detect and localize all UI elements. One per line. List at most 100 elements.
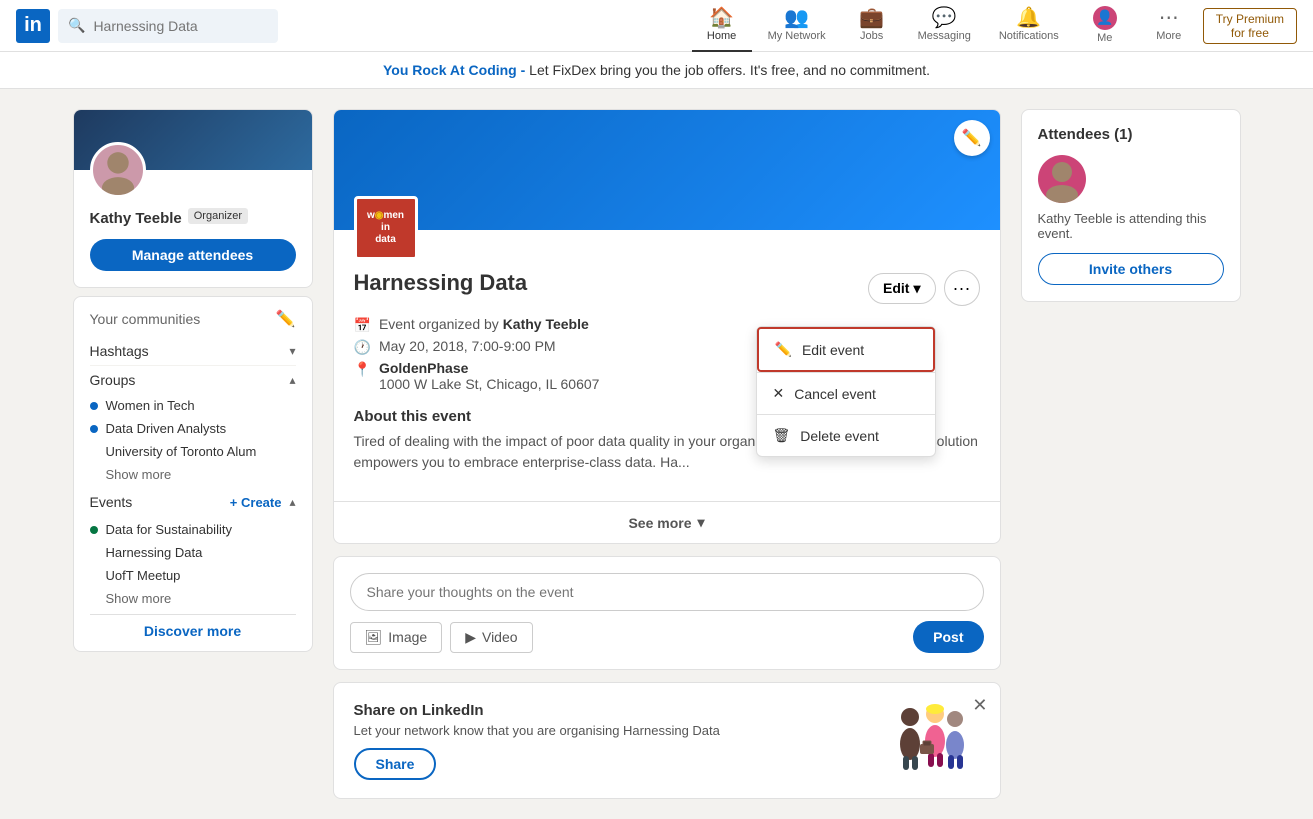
main-layout: Kathy Teeble Organizer Manage attendees …	[57, 109, 1257, 799]
delete-event-icon: 🗑	[773, 427, 791, 444]
group-name-1: Women in Tech	[106, 398, 195, 413]
venue-name: GoldenPhase	[379, 360, 600, 376]
nav-items: 🏠 Home 👥 My Network 💼 Jobs 💬 Messaging 🔔…	[692, 0, 1297, 52]
promo-link[interactable]: You Rock At Coding -	[383, 62, 525, 78]
event-dot-3	[90, 572, 98, 580]
premium-button[interactable]: Try Premium for free	[1203, 8, 1297, 44]
search-input[interactable]	[93, 18, 268, 34]
events-show-more[interactable]: Show more	[106, 587, 296, 610]
groups-section[interactable]: Groups ▴	[90, 366, 296, 394]
nav-label-jobs: Jobs	[860, 30, 883, 42]
promo-bar: You Rock At Coding - Let FixDex bring yo…	[0, 52, 1313, 89]
events-header: Events + Create ▴	[90, 486, 296, 518]
groups-show-more[interactable]: Show more	[106, 463, 296, 486]
share-title: Share on LinkedIn	[354, 702, 880, 719]
invite-others-button[interactable]: Invite others	[1038, 253, 1224, 285]
nav-label-me: Me	[1097, 32, 1112, 44]
more-options-button[interactable]: ···	[944, 270, 980, 306]
edit-event-icon: ✏️	[775, 341, 792, 358]
group-item-data-driven[interactable]: Data Driven Analysts	[90, 417, 296, 440]
share-info: Share on LinkedIn Let your network know …	[354, 702, 880, 780]
home-icon: 🏠	[709, 8, 734, 28]
attendee-avatar	[1038, 155, 1086, 203]
post-actions: 🖼 Image ▶ Video Post	[350, 621, 984, 653]
venue-address: 1000 W Lake St, Chicago, IL 60607	[379, 376, 600, 392]
location-icon: 📍	[354, 361, 371, 378]
post-box: 🖼 Image ▶ Video Post	[333, 556, 1001, 670]
see-more-button[interactable]: See more ▾	[334, 501, 1000, 543]
event-item-harnessing-data[interactable]: Harnessing Data	[90, 541, 296, 564]
delete-event-menu-item[interactable]: 🗑 Delete event	[757, 415, 935, 456]
event-banner: w◉men in data ✏️	[334, 110, 1000, 230]
attendees-card: Attendees (1) Kathy Teeble is attending …	[1021, 109, 1241, 302]
image-upload-button[interactable]: 🖼 Image	[350, 622, 443, 653]
nav-label-messaging: Messaging	[918, 30, 971, 42]
edit-communities-icon[interactable]: ✏️	[276, 309, 296, 329]
see-more-label: See more	[628, 515, 691, 531]
events-create-button[interactable]: + Create	[230, 495, 282, 510]
manage-attendees-button[interactable]: Manage attendees	[90, 239, 296, 271]
nav-item-me[interactable]: 👤 Me	[1075, 0, 1135, 52]
edit-event-dropdown-button[interactable]: Edit ▾	[868, 273, 935, 304]
promo-text: Let FixDex bring you the job offers. It'…	[525, 62, 930, 78]
share-button[interactable]: Share	[354, 748, 437, 780]
communities-panel: Your communities ✏️ Hashtags ▾ Groups ▴ …	[73, 296, 313, 652]
messaging-icon: 💬	[932, 8, 957, 28]
nav-item-notifications[interactable]: 🔔 Notifications	[987, 0, 1071, 52]
linkedin-logo[interactable]: in	[16, 9, 50, 43]
share-close-button[interactable]: ✕	[972, 695, 987, 716]
edit-event-label: Edit event	[802, 342, 864, 358]
nav-label-notifications: Notifications	[999, 30, 1059, 42]
profile-avatar	[90, 142, 146, 198]
main-content: w◉men in data ✏️ Harnessing Data Edit	[333, 109, 1001, 799]
network-icon: 👥	[784, 8, 809, 28]
event-item-data-sustainability[interactable]: Data for Sustainability	[90, 518, 296, 541]
event-logo: w◉men in data	[354, 196, 418, 260]
jobs-icon: 💼	[859, 8, 884, 28]
nav-item-my-network[interactable]: 👥 My Network	[756, 0, 838, 52]
communities-header: Your communities ✏️	[90, 309, 296, 329]
group-item-women-in-tech[interactable]: Women in Tech	[90, 394, 296, 417]
profile-card: Kathy Teeble Organizer Manage attendees	[73, 109, 313, 288]
nav-item-more[interactable]: ⋯ More	[1139, 0, 1199, 52]
attendees-title: Attendees (1)	[1038, 126, 1224, 143]
group-item-toronto-alum[interactable]: University of Toronto Alum	[90, 440, 296, 463]
event-content: Harnessing Data Edit ▾ ··· ✏️	[334, 230, 1000, 489]
event-title-area: Harnessing Data Edit ▾ ··· ✏️	[354, 270, 980, 306]
more-icon: ⋯	[1159, 8, 1179, 28]
video-upload-button[interactable]: ▶ Video	[450, 622, 532, 653]
group-dot-3	[90, 448, 98, 456]
group-dot-1	[90, 402, 98, 410]
nav-item-jobs[interactable]: 💼 Jobs	[842, 0, 902, 52]
edit-event-menu-item[interactable]: ✏️ Edit event	[757, 327, 935, 372]
cancel-event-menu-item[interactable]: ✕ Cancel event	[757, 373, 935, 414]
nav-item-home[interactable]: 🏠 Home	[692, 0, 752, 52]
hashtags-label: Hashtags	[90, 343, 149, 359]
event-name-3: UofT Meetup	[106, 568, 181, 583]
profile-name: Kathy Teeble	[90, 210, 182, 227]
post-button[interactable]: Post	[913, 621, 983, 653]
event-edit-pencil-button[interactable]: ✏️	[954, 120, 990, 156]
event-title-row: Harnessing Data Edit ▾ ···	[354, 270, 980, 306]
see-more-chevron-icon: ▾	[698, 514, 705, 531]
search-bar[interactable]: 🔍	[58, 9, 278, 43]
premium-sublabel: for free	[1231, 26, 1269, 40]
clock-icon: 🕐	[354, 339, 371, 356]
discover-more-link[interactable]: Discover more	[90, 614, 296, 639]
nav-item-messaging[interactable]: 💬 Messaging	[906, 0, 983, 52]
attendees-panel: Attendees (1) Kathy Teeble is attending …	[1021, 109, 1241, 302]
organizer-badge: Organizer	[188, 208, 248, 224]
share-illustration	[880, 699, 980, 782]
organizer-name: Kathy Teeble	[503, 316, 589, 332]
events-chevron: ▴	[289, 495, 295, 509]
event-item-uoft-meetup[interactable]: UofT Meetup	[90, 564, 296, 587]
sidebar: Kathy Teeble Organizer Manage attendees …	[73, 109, 313, 652]
post-thoughts-input[interactable]	[350, 573, 984, 611]
event-dot-1	[90, 526, 98, 534]
groups-chevron: ▴	[289, 373, 295, 387]
nav-label-home: Home	[707, 30, 736, 42]
edit-label: Edit	[883, 280, 909, 296]
hashtags-section[interactable]: Hashtags ▾	[90, 337, 296, 366]
edit-chevron-icon: ▾	[913, 280, 920, 297]
nav-label-more: More	[1156, 30, 1181, 42]
